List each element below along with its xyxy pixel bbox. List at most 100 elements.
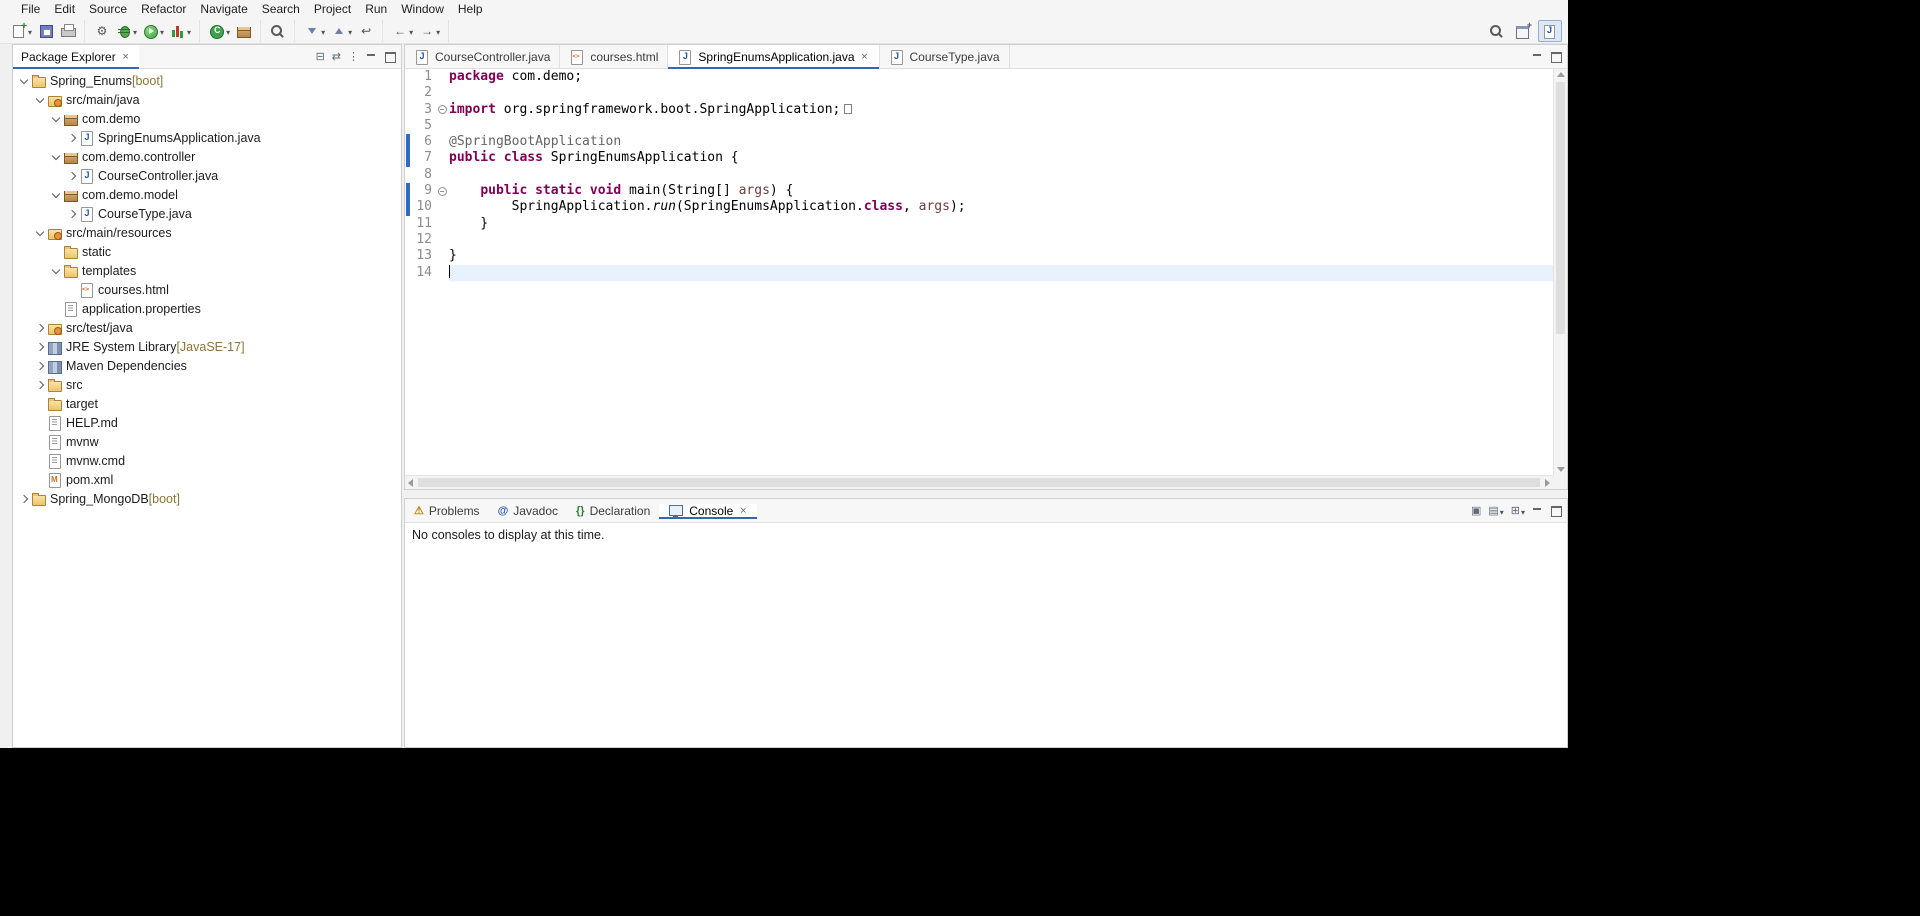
tree-item-spring-mongodb[interactable]: Spring_MongoDB [boot]: [13, 489, 401, 508]
fold-column[interactable]: [435, 216, 449, 232]
collapse-fold-icon[interactable]: [438, 187, 447, 196]
collapse-chevron-icon[interactable]: [49, 193, 63, 197]
scrollbar-thumb[interactable]: [1556, 82, 1565, 334]
expand-chevron-icon[interactable]: [33, 362, 47, 369]
line-number[interactable]: 10: [410, 199, 435, 215]
minimize-button[interactable]: [1530, 50, 1545, 64]
tree-item-springenumsapplication-java[interactable]: SpringEnumsApplication.java: [13, 128, 401, 147]
maximize-button[interactable]: [382, 50, 397, 64]
close-icon[interactable]: [121, 51, 131, 63]
scrollbar-thumb[interactable]: [418, 478, 1540, 487]
menu-source[interactable]: Source: [82, 1, 134, 17]
code-line[interactable]: 10 SpringApplication.run(SpringEnumsAppl…: [405, 199, 1553, 215]
save-button[interactable]: [35, 20, 57, 42]
code-line[interactable]: 11 }: [405, 216, 1553, 232]
skip-all-breakpoints-button[interactable]: ⚙: [91, 20, 113, 42]
code-line[interactable]: 2: [405, 85, 1553, 101]
fold-column[interactable]: [435, 265, 449, 281]
tree-item-help-md[interactable]: HELP.md: [13, 413, 401, 432]
open-console-button[interactable]: ⊞: [1509, 500, 1527, 522]
next-annotation-button[interactable]: [301, 20, 328, 42]
code-line[interactable]: 12: [405, 232, 1553, 248]
display-selected-console-button[interactable]: ▤: [1486, 500, 1505, 522]
menu-project[interactable]: Project: [307, 1, 358, 17]
fold-column[interactable]: [435, 248, 449, 264]
link-with-editor-button[interactable]: ⇄: [330, 49, 343, 65]
tree-item-pom-xml[interactable]: pom.xml: [13, 470, 401, 489]
new-java-class-button[interactable]: [206, 20, 233, 42]
code-line[interactable]: 1package com.demo;: [405, 69, 1553, 85]
tree-item-application-properties[interactable]: application.properties: [13, 299, 401, 318]
menu-run[interactable]: Run: [358, 1, 394, 17]
fold-column[interactable]: [435, 167, 449, 183]
close-icon[interactable]: [738, 505, 748, 517]
line-number[interactable]: 3: [410, 102, 435, 118]
editor-tab-coursecontroller-java[interactable]: CourseController.java: [405, 45, 560, 68]
menu-search[interactable]: Search: [255, 1, 307, 17]
code-line[interactable]: 3import org.springframework.boot.SpringA…: [405, 102, 1553, 118]
back-button[interactable]: ←: [389, 20, 416, 42]
expand-chevron-icon[interactable]: [33, 343, 47, 350]
open-perspective-button[interactable]: [1512, 20, 1534, 42]
fold-column[interactable]: [435, 85, 449, 101]
tree-item-templates[interactable]: templates: [13, 261, 401, 280]
tree-item-coursecontroller-java[interactable]: CourseController.java: [13, 166, 401, 185]
tree-item-src-main-resources[interactable]: src/main/resources: [13, 223, 401, 242]
code-line[interactable]: 7public class SpringEnumsApplication {: [405, 150, 1553, 166]
run-button[interactable]: [140, 20, 167, 42]
line-number[interactable]: 14: [410, 265, 435, 281]
last-edit-location-button[interactable]: ↩: [355, 20, 377, 42]
console-tab-javadoc[interactable]: @Javadoc: [489, 504, 567, 518]
folded-region-box[interactable]: [844, 104, 852, 114]
tree-item-maven-dependencies[interactable]: Maven Dependencies: [13, 356, 401, 375]
line-number[interactable]: 12: [410, 232, 435, 248]
new-wizard-button[interactable]: [8, 20, 35, 42]
fold-column[interactable]: [435, 150, 449, 166]
scroll-right-icon[interactable]: [1545, 479, 1550, 487]
collapse-chevron-icon[interactable]: [17, 79, 31, 83]
line-number[interactable]: 11: [410, 216, 435, 232]
menu-edit[interactable]: Edit: [47, 1, 82, 17]
line-number[interactable]: 2: [410, 85, 435, 101]
package-explorer-tab[interactable]: Package Explorer: [13, 45, 139, 68]
fold-column[interactable]: [435, 232, 449, 248]
tree-item-com-demo-controller[interactable]: com.demo.controller: [13, 147, 401, 166]
tree-item-coursetype-java[interactable]: CourseType.java: [13, 204, 401, 223]
tree-item-jre-system-library[interactable]: JRE System Library [JavaSE-17]: [13, 337, 401, 356]
java-perspective-button[interactable]: [1538, 20, 1562, 42]
fold-column[interactable]: [435, 69, 449, 85]
line-number[interactable]: 13: [410, 248, 435, 264]
tree-item-mvnw[interactable]: mvnw: [13, 432, 401, 451]
tree-item-com-demo-model[interactable]: com.demo.model: [13, 185, 401, 204]
maximize-button[interactable]: [1548, 504, 1563, 518]
code-area[interactable]: 1package com.demo;23import org.springfra…: [405, 69, 1553, 475]
menu-window[interactable]: Window: [394, 1, 451, 17]
editor-vertical-scrollbar[interactable]: [1553, 69, 1567, 475]
tree-item-mvnw-cmd[interactable]: mvnw.cmd: [13, 451, 401, 470]
menu-help[interactable]: Help: [451, 1, 490, 17]
fold-column[interactable]: [435, 118, 449, 134]
minimize-button[interactable]: [1530, 504, 1545, 518]
code-line[interactable]: 13}: [405, 248, 1553, 264]
print-button[interactable]: [57, 20, 79, 42]
tree-item-src-test-java[interactable]: src/test/java: [13, 318, 401, 337]
previous-annotation-button[interactable]: [328, 20, 355, 42]
tree-item-static[interactable]: static: [13, 242, 401, 261]
menu-refactor[interactable]: Refactor: [134, 1, 193, 17]
console-tab-declaration[interactable]: {}Declaration: [567, 504, 659, 518]
minimize-button[interactable]: [364, 50, 379, 64]
code-line[interactable]: 9 public static void main(String[] args)…: [405, 183, 1553, 199]
editor-tab-coursetype-java[interactable]: CourseType.java: [880, 45, 1010, 68]
scroll-down-icon[interactable]: [1557, 467, 1565, 472]
collapse-all-button[interactable]: ⊟: [314, 49, 327, 65]
code-line[interactable]: 14: [405, 265, 1553, 281]
line-number[interactable]: 8: [410, 167, 435, 183]
scroll-left-icon[interactable]: [408, 479, 413, 487]
view-menu-button[interactable]: ⋮: [346, 49, 361, 65]
console-tab-problems[interactable]: ⚠Problems: [405, 504, 489, 518]
tree-item-src-main-java[interactable]: src/main/java: [13, 90, 401, 109]
editor-tab-courses-html[interactable]: courses.html: [560, 45, 668, 68]
expand-chevron-icon[interactable]: [65, 134, 79, 141]
collapse-chevron-icon[interactable]: [49, 117, 63, 121]
expand-chevron-icon[interactable]: [65, 210, 79, 217]
